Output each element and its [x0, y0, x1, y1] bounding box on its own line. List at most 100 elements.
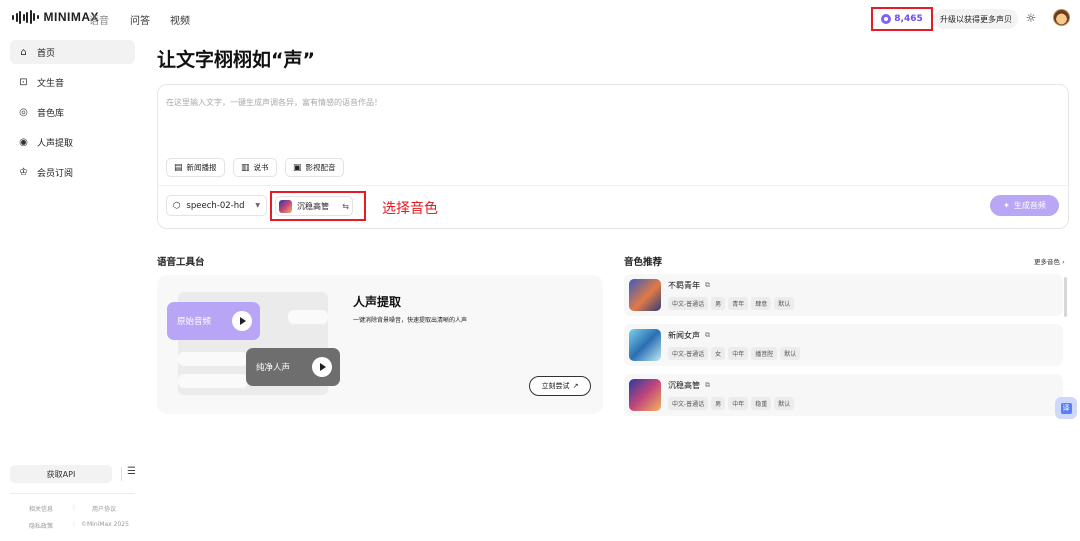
illustration-line — [288, 310, 328, 324]
upgrade-button[interactable]: 升级以获得更多声贝 — [934, 9, 1018, 29]
generate-label: 生成音频 — [1013, 201, 1046, 210]
annotation-label: 选择音色 — [382, 201, 438, 217]
preset-storytelling-button[interactable]: ▥ 说书 — [233, 158, 277, 177]
scrollbar[interactable] — [1064, 277, 1067, 317]
text-input-placeholder[interactable]: 在这里输入文字，一键生成声调各异，富有情感的语音作品！ — [166, 97, 382, 108]
copy-icon[interactable]: ⧉ — [705, 281, 710, 290]
voice-tag: 青年 — [728, 297, 749, 310]
voice-tag: 默认 — [774, 297, 795, 310]
voice-thumbnail — [279, 199, 292, 213]
sparkle-icon: ✦ — [1003, 201, 1010, 210]
voice-value: 沉稳高管 — [297, 201, 329, 211]
divider: | — [73, 521, 76, 528]
clean-vocal-label: 纯净人声 — [256, 363, 291, 373]
waveform-icon — [12, 10, 39, 24]
voice-tag: 肆意 — [751, 297, 772, 310]
voices-section-title: 音色推荐 — [624, 257, 663, 268]
divider — [10, 493, 135, 494]
translate-icon: 译 — [1060, 402, 1072, 414]
footer-privacy-link[interactable]: 隐私政策 — [29, 521, 53, 530]
vocal-extract-icon: ◉ — [19, 136, 28, 148]
preset-news-button[interactable]: ▤ 新闻播报 — [166, 158, 225, 177]
generate-audio-button[interactable]: ✦ 生成音频 — [990, 195, 1059, 216]
voice-card[interactable]: 新闻女声 ⧉ 中文-普通话 女 中年 播音腔 默认 — [624, 324, 1063, 366]
voice-tag: 中年 — [728, 347, 749, 360]
model-select[interactable]: ⬡ speech-02-hd ▼ — [166, 195, 267, 216]
chevron-right-icon: › — [1062, 258, 1065, 266]
book-icon: ▥ — [241, 162, 250, 173]
swap-icon: ⇆ — [342, 201, 349, 211]
voice-thumbnail — [629, 279, 661, 311]
nav-qa[interactable]: 问答 — [130, 12, 150, 27]
film-icon: ▣ — [293, 162, 302, 173]
play-icon[interactable] — [312, 357, 332, 377]
voice-library-icon: ◎ — [19, 106, 28, 118]
get-api-button[interactable]: 获取API — [10, 465, 112, 483]
nav-video[interactable]: 视频 — [170, 12, 190, 27]
divider — [121, 467, 122, 481]
voice-name: 沉稳高管 — [668, 381, 700, 390]
sidebar-item-home[interactable]: ⌂ 首页 — [10, 40, 135, 64]
sidebar-item-label: 人声提取 — [37, 138, 74, 149]
footer-about-link[interactable]: 相关信息 — [29, 504, 53, 513]
try-now-label: 立刻尝试 — [541, 382, 570, 390]
tool-title: 人声提取 — [353, 295, 402, 309]
more-voices-label: 更多音色 — [1034, 258, 1060, 266]
crown-icon: ♔ — [19, 166, 28, 178]
sidebar-item-tts[interactable]: ⊡ 文生音 — [10, 70, 135, 94]
nav-speech[interactable]: 语音 — [89, 12, 109, 27]
preset-dubbing-button[interactable]: ▣ 影视配音 — [285, 158, 344, 177]
sidebar-item-label: 文生音 — [37, 78, 65, 89]
sidebar-item-voice-library[interactable]: ◎ 音色库 — [10, 100, 135, 124]
sidebar-item-label: 首页 — [37, 48, 56, 59]
voice-tag: 播音腔 — [751, 347, 778, 360]
voice-tag: 中文-普通话 — [668, 347, 709, 360]
credits-value: 8,465 — [894, 14, 923, 24]
voice-tag: 默认 — [780, 347, 801, 360]
footer-terms-link[interactable]: 用户协议 — [92, 504, 116, 513]
voice-tag: 中文-普通话 — [668, 397, 709, 410]
credits-badge[interactable]: 8,465 — [871, 7, 933, 31]
voice-name: 新闻女声 — [668, 331, 700, 340]
voice-card[interactable]: 沉稳高管 ⧉ 中文-普通话 男 中年 稳重 默认 — [624, 374, 1063, 416]
voice-name: 不羁青年 — [668, 281, 700, 290]
original-audio-card[interactable]: 原始音频 — [167, 302, 260, 340]
voice-thumbnail — [629, 329, 661, 361]
copy-icon[interactable]: ⧉ — [705, 381, 710, 390]
divider — [157, 185, 1069, 186]
more-voices-link[interactable]: 更多音色 › — [1034, 256, 1065, 266]
logo[interactable]: MINIMAX — [12, 10, 99, 24]
copy-icon[interactable]: ⧉ — [705, 331, 710, 340]
voice-tag: 男 — [711, 297, 726, 310]
voice-tag: 默认 — [774, 397, 795, 410]
voice-tag: 稳重 — [751, 397, 772, 410]
voice-select[interactable]: 沉稳高管 ⇆ — [275, 196, 353, 216]
newspaper-icon: ▤ — [174, 162, 183, 173]
home-icon: ⌂ — [20, 46, 27, 58]
sidebar-item-vocal-extract[interactable]: ◉ 人声提取 — [10, 130, 135, 154]
model-value: speech-02-hd — [186, 200, 245, 211]
avatar[interactable] — [1053, 9, 1070, 26]
coin-icon — [881, 14, 892, 24]
theme-toggle-icon[interactable]: ☼ — [1024, 11, 1038, 25]
chip-label: 新闻播报 — [186, 163, 217, 172]
sidebar-item-membership[interactable]: ♔ 会员订阅 — [10, 160, 135, 184]
translate-float-button[interactable]: 译 — [1055, 397, 1077, 419]
cube-icon: ⬡ — [173, 200, 181, 211]
voice-tag: 男 — [711, 397, 726, 410]
voice-card[interactable]: 不羁青年 ⧉ 中文-普通话 男 青年 肆意 默认 — [624, 274, 1063, 316]
chip-label: 说书 — [253, 163, 269, 172]
clean-vocal-card[interactable]: 纯净人声 — [246, 348, 340, 386]
illustration-line — [178, 374, 248, 388]
try-now-button[interactable]: 立刻尝试 ↗ — [529, 376, 591, 396]
arrow-up-right-icon: ↗ — [572, 382, 579, 390]
voice-tag: 中文-普通话 — [668, 297, 709, 310]
chevron-down-icon: ▼ — [255, 202, 260, 209]
footer-copyright: ©MiniMax 2025 — [81, 521, 129, 528]
collapse-sidebar-icon[interactable]: ☰ — [127, 466, 136, 477]
text-to-speech-icon: ⊡ — [19, 76, 28, 88]
original-audio-label: 原始音频 — [177, 317, 212, 327]
top-header: MINIMAX 语音 问答 视频 8,465 升级以获得更多声贝 ☼ — [0, 0, 1080, 36]
play-icon[interactable] — [232, 311, 252, 331]
tool-description: 一键消除背景噪音，快速提取出清晰的人声 — [353, 317, 468, 324]
